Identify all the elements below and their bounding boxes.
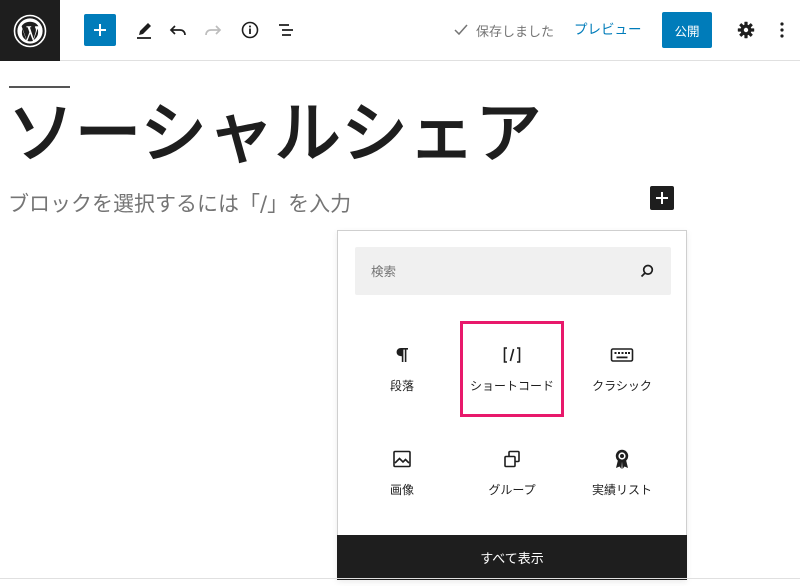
settings-button[interactable]: [732, 14, 760, 46]
undo-icon: [169, 25, 186, 36]
list-view-icon: [279, 24, 293, 36]
block-item-image[interactable]: 画像: [352, 427, 452, 521]
block-search-input[interactable]: [355, 247, 625, 295]
block-item-latest-achievements[interactable]: 実績リスト: [572, 427, 672, 521]
block-item-label: 実績リスト: [591, 483, 652, 497]
plus-icon: [94, 24, 106, 36]
block-item-label: クラシック: [592, 379, 652, 393]
info-icon: [241, 21, 259, 39]
list-view-button[interactable]: [270, 14, 302, 46]
block-item-label: 段落: [389, 379, 414, 393]
plus-icon: [656, 192, 668, 204]
block-inserter-button[interactable]: [84, 14, 116, 46]
group-icon: [504, 450, 520, 468]
more-vertical-icon: [780, 22, 784, 38]
image-icon: [393, 450, 411, 468]
preview-button[interactable]: プレビュー: [574, 18, 642, 42]
separator-block: [9, 86, 70, 88]
keyboard-icon: [610, 348, 634, 362]
publish-button[interactable]: 公開: [662, 12, 712, 48]
browse-all-button[interactable]: すべて表示: [337, 535, 687, 580]
editor-header: 保存しました プレビュー 公開: [0, 0, 800, 61]
save-status: 保存しました: [452, 20, 554, 40]
wordpress-logo-button[interactable]: [0, 0, 60, 61]
block-item-paragraph[interactable]: 段落: [352, 323, 452, 417]
block-appender-placeholder[interactable]: ブロックを選択するには「/」を入力: [8, 189, 351, 219]
redo-button[interactable]: [197, 14, 229, 46]
block-item-classic[interactable]: クラシック: [572, 323, 672, 417]
redo-icon: [205, 25, 222, 36]
canvas-divider: [0, 578, 800, 579]
block-item-label: 画像: [389, 483, 414, 497]
search-icon: [640, 264, 654, 278]
wordpress-logo-icon: [13, 14, 47, 47]
add-block-button[interactable]: [650, 186, 674, 210]
pencil-icon: [137, 23, 151, 39]
block-item-label: グループ: [488, 483, 536, 497]
block-search: [355, 247, 671, 295]
block-item-group[interactable]: グループ: [462, 427, 562, 521]
shortcode-highlight-annotation: [460, 321, 564, 417]
undo-button[interactable]: [162, 14, 194, 46]
gear-icon: [737, 21, 755, 39]
options-button[interactable]: [770, 14, 794, 46]
quick-inserter-popover: 段落 ショートコード クラシック: [337, 230, 687, 580]
award-icon: [615, 449, 629, 469]
check-icon: [454, 24, 468, 36]
details-button[interactable]: [234, 14, 266, 46]
saved-label: 保存しました: [476, 24, 555, 40]
paragraph-icon: [396, 348, 408, 362]
post-title[interactable]: ソーシャルシェア: [8, 92, 543, 176]
tools-button[interactable]: [128, 14, 160, 46]
